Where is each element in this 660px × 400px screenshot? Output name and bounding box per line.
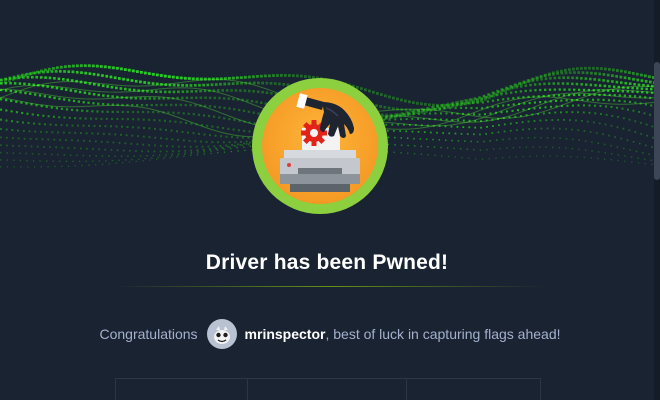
stat-cell [116,379,248,400]
scrollbar-track[interactable] [654,0,660,400]
stats-row [115,378,541,400]
congrats-prefix: Congratulations [99,326,198,342]
congrats-line: Congratulations mrinspector , best of lu… [0,319,654,349]
scrollbar-thumb[interactable] [654,62,660,180]
title-divider [115,286,545,287]
user-avatar[interactable] [206,319,237,349]
avatar-icon [213,326,230,344]
pwned-modal: Driver has been Pwned! Congratulations m… [0,0,655,400]
username-link[interactable]: mrinspector [245,326,326,342]
machine-avatar [252,78,388,214]
printer-icon [262,88,378,204]
stat-cell [407,379,540,400]
stat-cell [248,379,407,400]
modal-title: Driver has been Pwned! [205,251,449,274]
modal-top-area [0,0,654,60]
congrats-suffix: , best of luck in capturing flags ahead! [325,326,561,342]
